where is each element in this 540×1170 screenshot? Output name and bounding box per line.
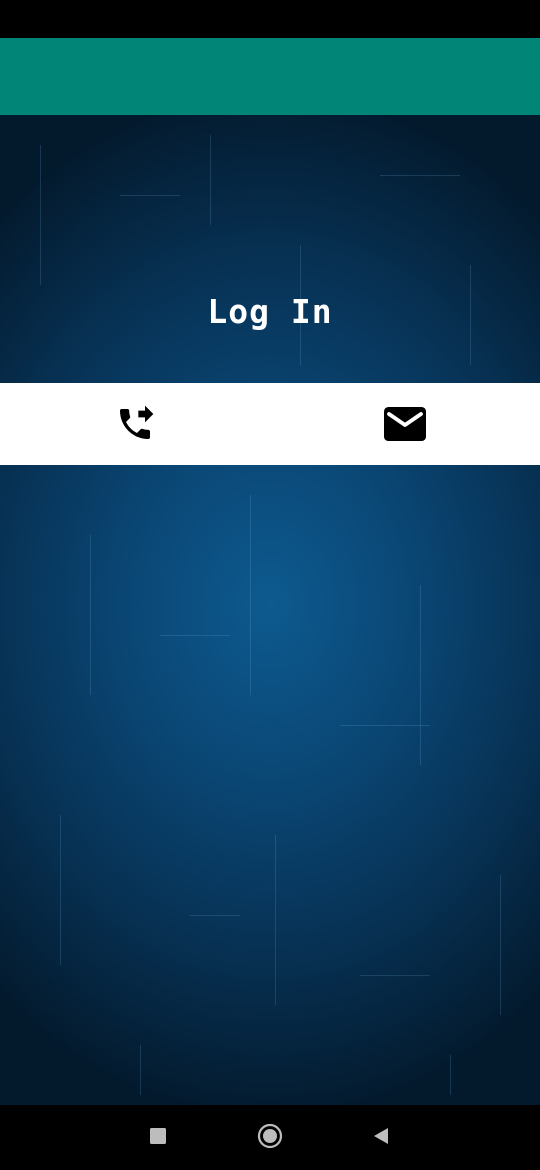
page-title: Log In — [207, 292, 333, 331]
login-background — [0, 115, 540, 1105]
email-icon — [381, 404, 429, 444]
status-bar — [0, 0, 540, 38]
back-button[interactable] — [368, 1125, 394, 1151]
tab-email[interactable] — [270, 383, 540, 465]
tab-phone[interactable] — [0, 383, 270, 465]
system-nav-bar — [0, 1105, 540, 1170]
square-icon — [150, 1128, 166, 1148]
login-method-tabs — [0, 383, 540, 465]
circle-icon — [257, 1123, 283, 1153]
phone-forwarded-icon — [115, 404, 155, 444]
home-button[interactable] — [257, 1123, 283, 1153]
triangle-back-icon — [372, 1127, 390, 1149]
recents-button[interactable] — [145, 1125, 171, 1151]
app-bar — [0, 38, 540, 115]
